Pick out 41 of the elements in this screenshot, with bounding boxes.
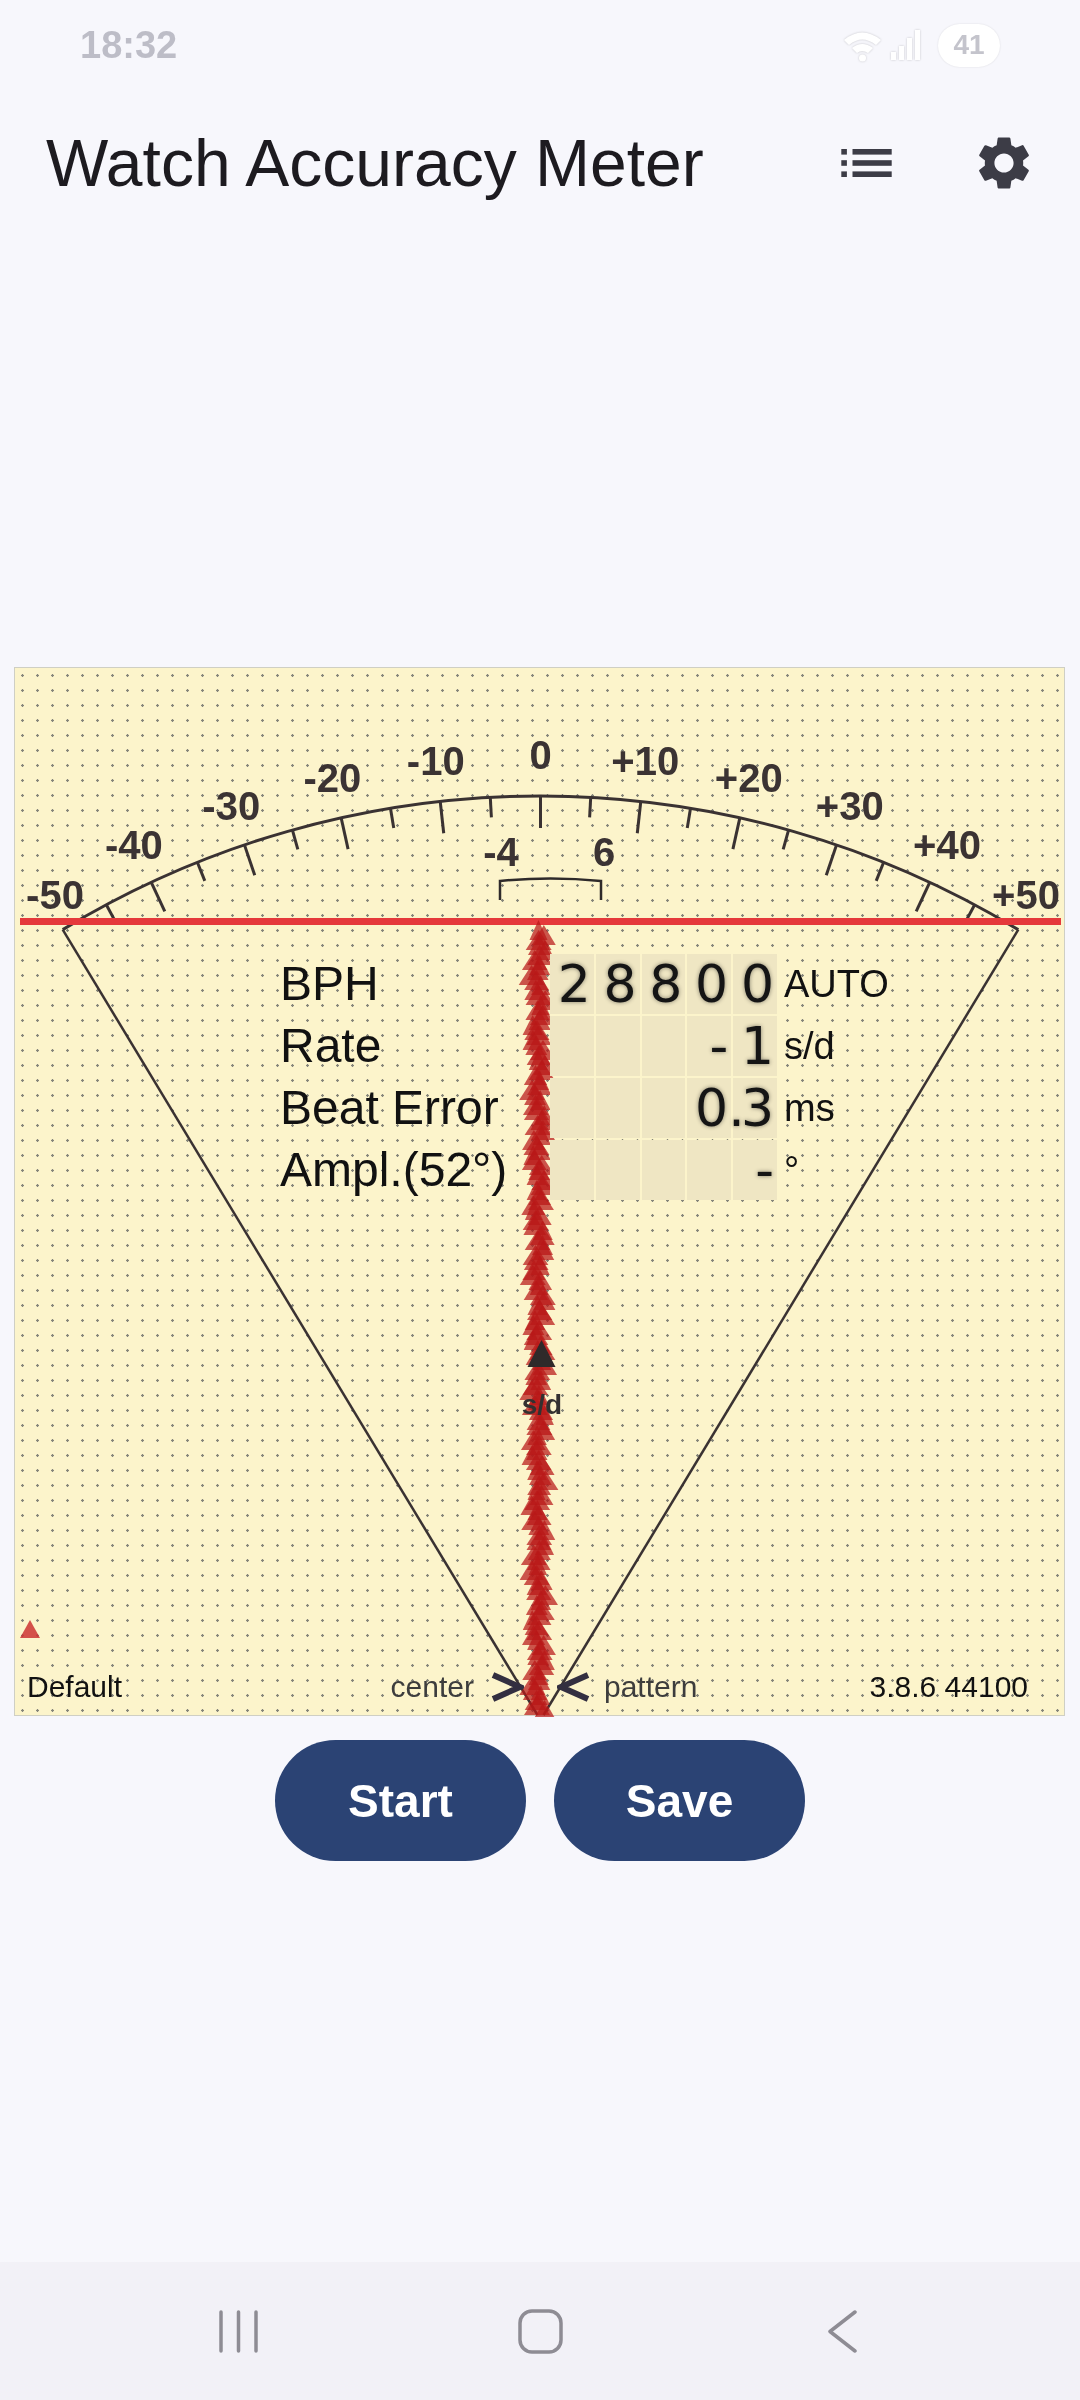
scale-label: +20 xyxy=(714,757,783,798)
reading-unit: ° xyxy=(783,1148,801,1193)
reading-label: Rate xyxy=(280,1018,383,1074)
scale-label: +50 xyxy=(992,874,1060,915)
chevron-right-icon xyxy=(490,1672,524,1702)
tolerance-label: 6 xyxy=(592,832,616,872)
scale-label: +40 xyxy=(913,825,981,866)
tolerance-label: -4 xyxy=(483,832,519,872)
status-time: 18:32 xyxy=(80,26,178,64)
list-icon[interactable] xyxy=(841,149,892,177)
reading-value: -1 xyxy=(550,1016,777,1076)
center-label: center xyxy=(390,1669,474,1705)
back-icon[interactable] xyxy=(827,2309,857,2353)
chevron-left-icon xyxy=(557,1672,591,1702)
reading-label: BPH xyxy=(280,956,380,1012)
rate-marker-icon xyxy=(527,1340,556,1367)
battery-indicator: 41 xyxy=(938,23,1000,67)
pattern-label: pattern xyxy=(604,1669,698,1705)
version-text: 3.8.6 44100 xyxy=(869,1669,1028,1705)
signal-icon xyxy=(891,30,922,60)
scale-label: -50 xyxy=(26,874,84,915)
scale-label: -20 xyxy=(303,757,362,798)
reading-label: Beat Error xyxy=(280,1080,500,1136)
action-button[interactable]: Start xyxy=(275,1740,526,1861)
triangle-marker-icon xyxy=(20,1620,40,1638)
scale-label: 0 xyxy=(529,735,552,775)
reading-value: - xyxy=(550,1140,777,1200)
scale-label: +30 xyxy=(815,786,884,827)
reading-unit: s/d xyxy=(783,1024,836,1069)
home-icon[interactable] xyxy=(517,2308,563,2354)
scale-label: -30 xyxy=(202,786,261,827)
scale-label: -40 xyxy=(105,825,163,866)
reading-unit: ms xyxy=(783,1086,836,1131)
scale-label: +10 xyxy=(611,740,680,781)
recents-icon[interactable] xyxy=(218,2309,258,2353)
reading-unit: AUTO xyxy=(783,962,889,1007)
action-button[interactable]: Save xyxy=(554,1740,805,1861)
reading-value: 0.3 xyxy=(550,1078,777,1138)
profile-name: Default xyxy=(27,1669,123,1705)
reading-label: Ampl.(52°) xyxy=(280,1142,509,1198)
scale-label: -10 xyxy=(406,740,465,781)
